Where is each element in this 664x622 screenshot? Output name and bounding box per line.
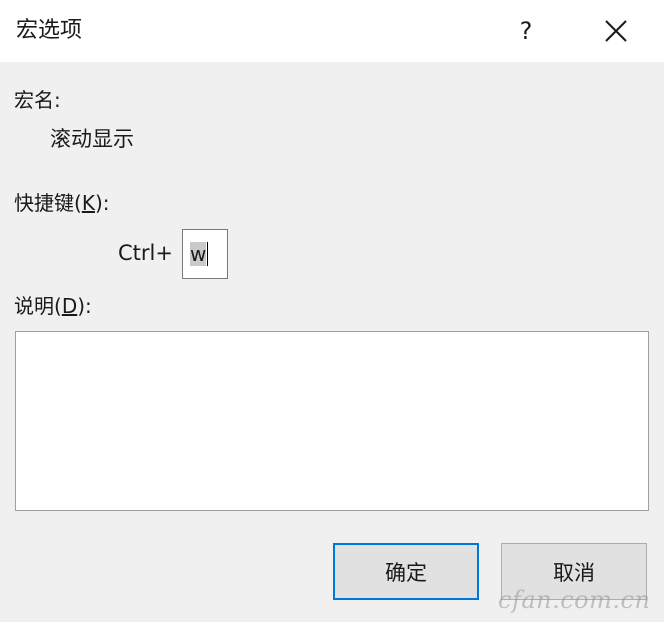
description-label-text: 说明(	[14, 294, 62, 318]
text-caret	[207, 242, 209, 266]
ctrl-prefix-label: Ctrl+	[118, 241, 173, 265]
shortcut-label-suffix: ):	[94, 191, 110, 215]
shortcut-key-input[interactable]: w	[182, 229, 228, 279]
macro-name-value: 滚动显示	[50, 127, 134, 151]
cancel-button[interactable]: 取消	[501, 543, 647, 600]
description-access-key: D	[61, 294, 78, 318]
shortcut-access-key: K	[81, 191, 95, 215]
description-textarea[interactable]	[15, 331, 649, 511]
macro-name-label: 宏名:	[14, 88, 61, 112]
shortcut-key-value: w	[190, 242, 207, 266]
shortcut-key-label: 快捷键(K):	[14, 189, 109, 217]
ok-button[interactable]: 确定	[333, 543, 479, 600]
help-icon: ?	[519, 17, 533, 45]
help-button[interactable]: ?	[500, 6, 552, 56]
description-label-suffix: ):	[77, 294, 92, 318]
dialog-title: 宏选项	[16, 18, 83, 43]
title-bar: 宏选项 ?	[0, 0, 664, 62]
shortcut-label-text: 快捷键(	[14, 191, 82, 215]
description-label: 说明(D):	[14, 292, 92, 320]
close-button[interactable]	[590, 6, 642, 56]
close-icon	[605, 20, 627, 42]
